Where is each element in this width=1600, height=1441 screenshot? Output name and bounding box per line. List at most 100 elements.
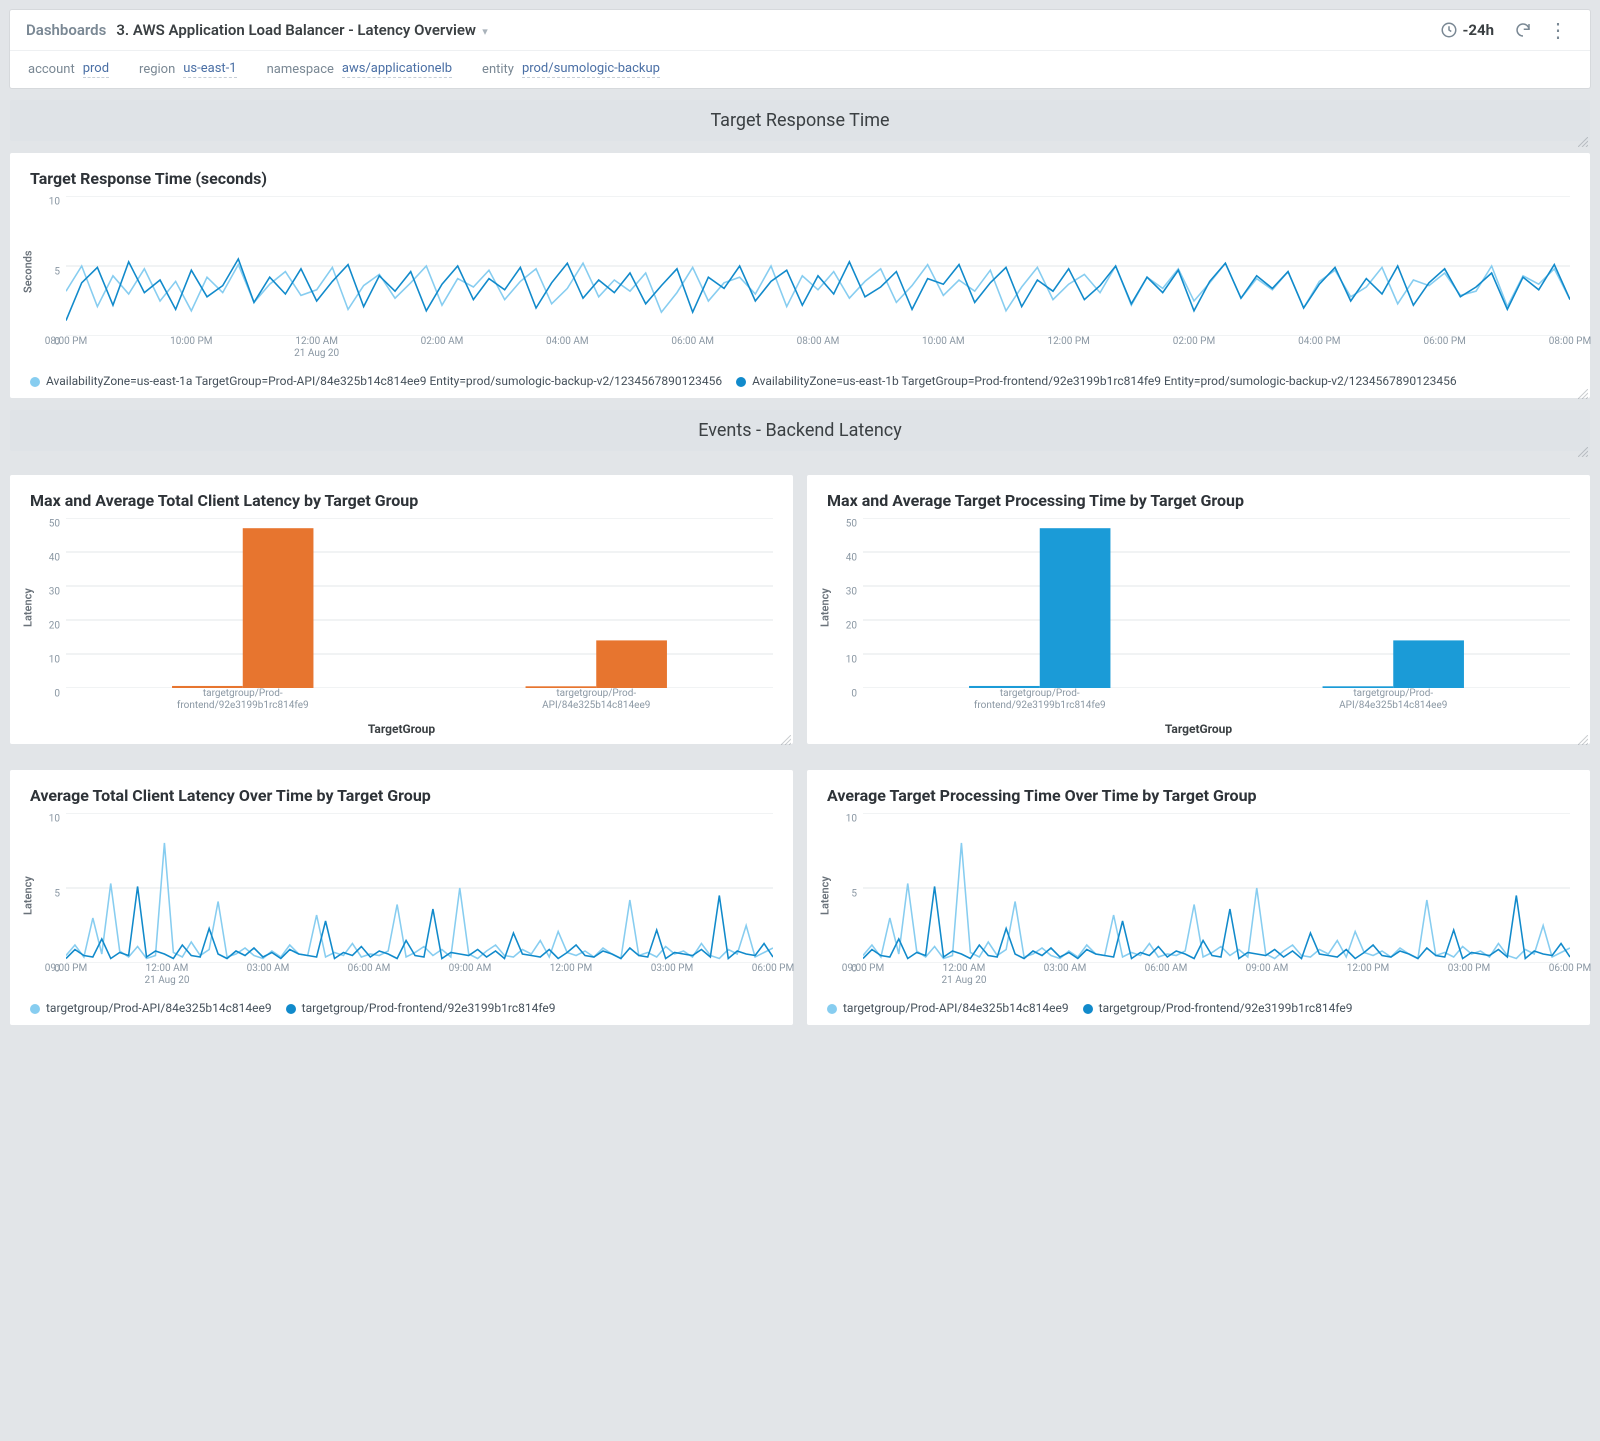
x-tick: 06:00 AM [348, 963, 391, 975]
y-axis-label: Latency [819, 588, 832, 627]
y-tick: 10 [36, 814, 60, 825]
x-tick: 12:00 AM 21 Aug 20 [294, 336, 339, 359]
y-axis-label: Latency [22, 876, 35, 915]
y-tick: 20 [36, 621, 60, 632]
y-tick: 5 [36, 267, 60, 278]
filter-value: aws/applicationelb [342, 61, 452, 78]
y-tick: 0 [36, 689, 60, 700]
x-tick: 10:00 AM [922, 336, 965, 348]
y-tick: 10 [833, 814, 857, 825]
bar-chart-svg [863, 518, 1570, 688]
x-tick: 04:00 PM [1298, 336, 1340, 348]
filter-region[interactable]: regionus-east-1 [139, 61, 237, 78]
panel-target-proc-line: Average Target Processing Time Over Time… [807, 770, 1590, 1025]
x-tick: 02:00 PM [1173, 336, 1215, 348]
y-tick: 10 [36, 655, 60, 666]
x-tick: 09:00 AM [1246, 963, 1289, 975]
x-tick: 08:00 AM [797, 336, 840, 348]
x-tick: 12:00 AM 21 Aug 20 [941, 963, 986, 986]
legend-item[interactable]: AvailabilityZone=us-east-1a TargetGroup=… [30, 374, 722, 388]
filter-entity[interactable]: entity prod/sumologic-backup [482, 61, 660, 78]
panel-target-response-time: Target Response Time (seconds) Seconds05… [10, 153, 1590, 398]
x-category: targetgroup/Prod-frontend/92e3199b1rc814… [965, 688, 1115, 711]
x-category: targetgroup/Prod-frontend/92e3199b1rc814… [168, 688, 318, 711]
x-category: targetgroup/Prod-API/84e325b14c814ee9 [1318, 688, 1468, 711]
y-tick: 50 [36, 519, 60, 530]
x-tick: 12:00 PM [1047, 336, 1089, 348]
panel-title: Target Response Time (seconds) [30, 169, 1570, 188]
resize-handle-icon[interactable] [1578, 131, 1588, 141]
x-tick: 06:00 PM [752, 963, 794, 975]
panel-title: Max and Average Total Client Latency by … [30, 491, 773, 510]
resize-handle-icon[interactable] [781, 734, 791, 744]
x-tick: 08:00 PM [45, 336, 87, 348]
legend-item[interactable]: targetgroup/Prod-frontend/92e3199b1rc814… [286, 1001, 556, 1015]
x-tick: 09:00 AM [449, 963, 492, 975]
y-tick: 5 [36, 889, 60, 900]
x-tick: 03:00 AM [247, 963, 290, 975]
panel-target-proc-bar: Max and Average Target Processing Time b… [807, 475, 1590, 744]
breadcrumb[interactable]: Dashboards [26, 21, 106, 39]
x-tick: 12:00 PM [550, 963, 592, 975]
line-chart-svg [66, 813, 773, 963]
x-tick: 09:00 PM [842, 963, 884, 975]
section-target-response: Target Response Time [10, 100, 1590, 141]
x-tick: 02:00 AM [421, 336, 464, 348]
line-chart-svg [66, 196, 1570, 336]
legend: targetgroup/Prod-API/84e325b14c814ee9 tar… [827, 993, 1570, 1017]
x-tick: 03:00 PM [1448, 963, 1490, 975]
x-tick: 09:00 PM [45, 963, 87, 975]
filter-value: us-east-1 [183, 61, 236, 78]
x-axis-label: TargetGroup [827, 722, 1570, 736]
clock-icon [1440, 21, 1458, 39]
y-axis-label: Latency [22, 588, 35, 627]
legend-item[interactable]: targetgroup/Prod-API/84e325b14c814ee9 [827, 1001, 1069, 1015]
y-tick: 50 [833, 519, 857, 530]
filter-account[interactable]: account prod [28, 61, 109, 78]
y-tick: 40 [833, 553, 857, 564]
filter-label: account [28, 62, 75, 77]
y-tick: 0 [833, 689, 857, 700]
legend: targetgroup/Prod-API/84e325b14c814ee9 tar… [30, 993, 773, 1017]
x-tick: 06:00 AM [1145, 963, 1188, 975]
x-tick: 03:00 AM [1044, 963, 1087, 975]
resize-handle-icon[interactable] [1578, 388, 1588, 398]
y-tick: 10 [833, 655, 857, 666]
x-tick: 04:00 AM [546, 336, 589, 348]
legend-item[interactable]: targetgroup/Prod-API/84e325b14c814ee9 [30, 1001, 272, 1015]
time-range-value: -24h [1462, 21, 1494, 39]
filter-namespace[interactable]: namespaceaws/applicationelb [267, 61, 452, 78]
filter-label: entity [482, 62, 514, 77]
panel-title: Average Target Processing Time Over Time… [827, 786, 1570, 805]
more-menu-button[interactable]: ⋮ [1542, 18, 1574, 42]
legend: AvailabilityZone=us-east-1a TargetGroup=… [30, 366, 1570, 390]
x-tick: 03:00 PM [651, 963, 693, 975]
panel-title: Max and Average Target Processing Time b… [827, 491, 1570, 510]
x-tick: 10:00 PM [170, 336, 212, 348]
x-tick: 06:00 AM [671, 336, 714, 348]
y-tick: 10 [36, 197, 60, 208]
panel-title: Average Total Client Latency Over Time b… [30, 786, 773, 805]
dashboard-title: 3. AWS Application Load Balancer - Laten… [116, 21, 476, 39]
x-tick: 12:00 AM 21 Aug 20 [144, 963, 189, 986]
y-tick: 20 [833, 621, 857, 632]
panel-client-latency-line: Average Total Client Latency Over Time b… [10, 770, 793, 1025]
legend-item[interactable]: AvailabilityZone=us-east-1b TargetGroup=… [736, 374, 1457, 388]
y-tick: 5 [833, 889, 857, 900]
x-tick: 12:00 PM [1347, 963, 1389, 975]
bar-chart-svg [66, 518, 773, 688]
y-axis-label: Seconds [22, 250, 35, 293]
y-axis-label: Latency [819, 876, 832, 915]
refresh-button[interactable] [1514, 21, 1532, 39]
filter-value: prod [83, 61, 109, 78]
time-range-picker[interactable]: -24h [1440, 21, 1494, 39]
y-tick: 30 [36, 587, 60, 598]
resize-handle-icon[interactable] [1578, 441, 1588, 451]
resize-handle-icon[interactable] [1578, 734, 1588, 744]
legend-item[interactable]: targetgroup/Prod-frontend/92e3199b1rc814… [1083, 1001, 1353, 1015]
filter-value: prod/sumologic-backup [522, 61, 660, 78]
chevron-down-icon: ▾ [482, 25, 488, 38]
x-tick: 06:00 PM [1549, 963, 1591, 975]
dashboard-title-dropdown[interactable]: 3. AWS Application Load Balancer - Laten… [116, 21, 487, 39]
x-category: targetgroup/Prod-API/84e325b14c814ee9 [521, 688, 671, 711]
